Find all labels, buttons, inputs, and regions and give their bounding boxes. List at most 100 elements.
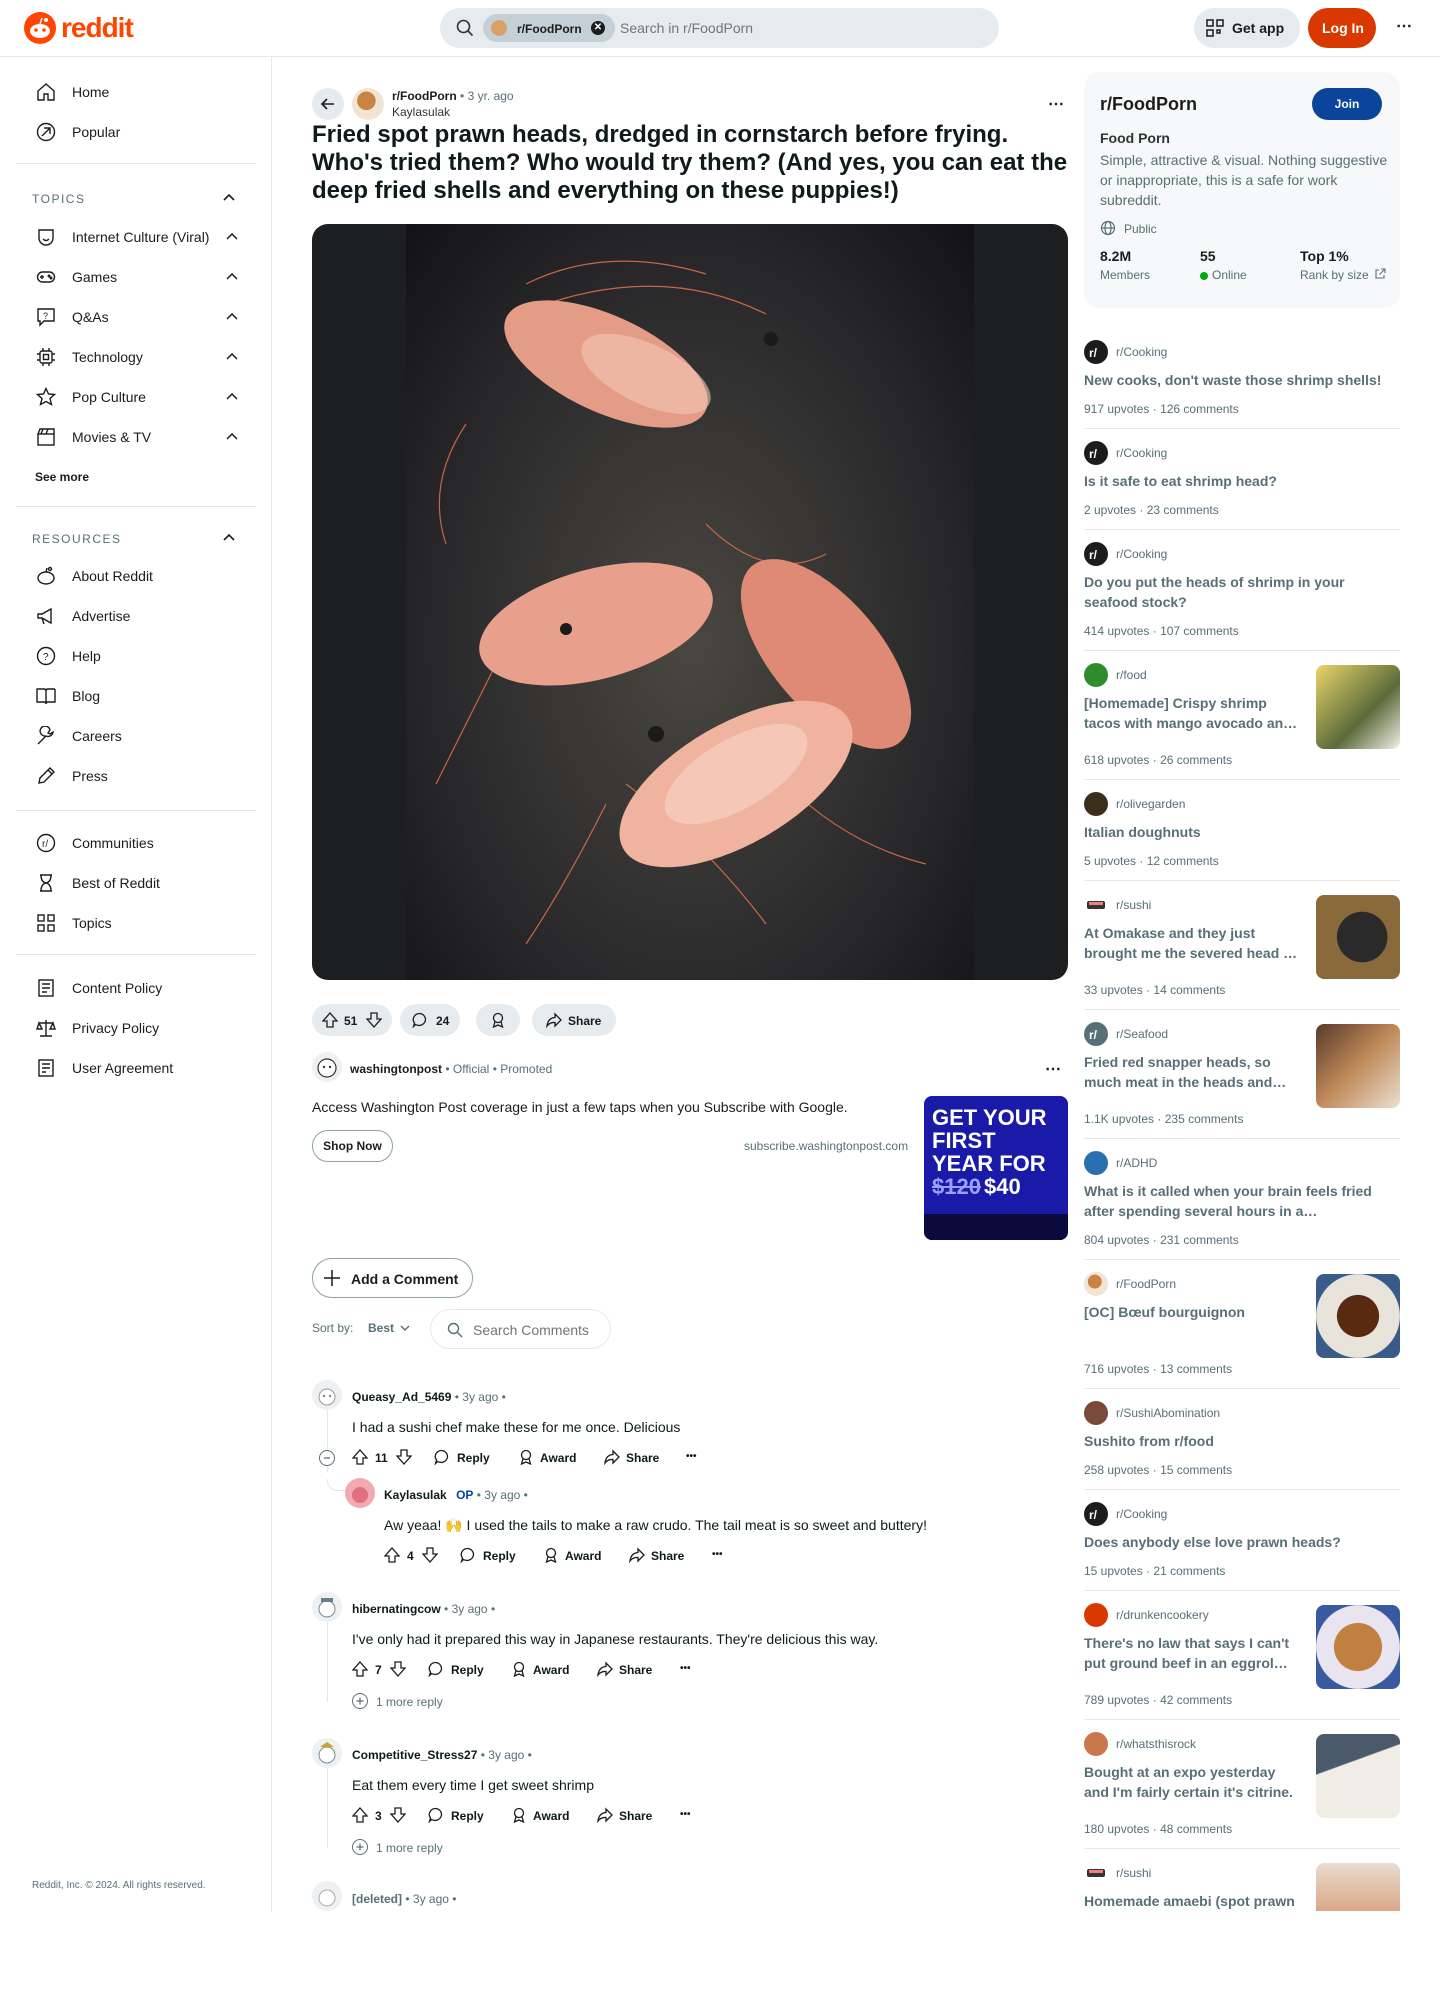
related-post[interactable]: r/ r/Cooking New cooks, don't waste thos…: [1084, 340, 1400, 429]
related-post[interactable]: r/whatsthisrock Bought at an expo yester…: [1084, 1732, 1400, 1849]
resource-advertise[interactable]: Advertise: [16, 596, 256, 636]
join-button[interactable]: Join: [1312, 88, 1382, 120]
post-subreddit[interactable]: r/FoodPorn: [392, 89, 457, 103]
topic-movies-tv[interactable]: Movies & TV: [16, 417, 256, 457]
post-author[interactable]: Kaylasulak: [392, 105, 450, 119]
related-post[interactable]: r/sushi At Omakase and they just brought…: [1084, 893, 1400, 1010]
award-button[interactable]: [476, 1004, 520, 1036]
resource-press[interactable]: Press: [16, 756, 256, 796]
related-title[interactable]: At Omakase and they just brought me the …: [1084, 923, 1304, 963]
ad-more-options-icon[interactable]: ⋯: [1045, 1059, 1061, 1079]
search-comments-field[interactable]: [430, 1309, 611, 1349]
resource-careers[interactable]: Careers: [16, 716, 256, 756]
rank-label[interactable]: Rank by size: [1300, 268, 1369, 282]
ad-domain[interactable]: subscribe.washingtonpost.com: [744, 1139, 908, 1153]
community-name[interactable]: r/FoodPorn: [1100, 94, 1197, 115]
comment-more-options-icon[interactable]: •••: [680, 1663, 691, 1674]
related-subreddit[interactable]: r/olivegarden: [1116, 797, 1185, 811]
related-post[interactable]: r/ r/Seafood Fried red snapper heads, so…: [1084, 1022, 1400, 1139]
commenter-avatar[interactable]: [312, 1592, 342, 1622]
commenter-avatar[interactable]: [312, 1738, 342, 1768]
comment-username[interactable]: Queasy_Ad_5469: [352, 1390, 451, 1404]
post-more-options-icon[interactable]: ⋯: [1048, 94, 1064, 114]
comment-username[interactable]: hibernatingcow: [352, 1602, 441, 1616]
commenter-avatar[interactable]: [312, 1380, 342, 1410]
upvote-icon[interactable]: [384, 1547, 400, 1563]
related-thumbnail[interactable]: [1316, 895, 1400, 979]
topic-pop-culture[interactable]: Pop Culture: [16, 377, 256, 417]
downvote-icon[interactable]: [396, 1449, 412, 1465]
related-thumbnail[interactable]: [1316, 1024, 1400, 1108]
upvote-icon[interactable]: [352, 1807, 368, 1823]
upvote-icon[interactable]: [322, 1012, 338, 1028]
comment-username[interactable]: Competitive_Stress27: [352, 1748, 477, 1762]
subreddit-search-chip[interactable]: r/FoodPorn ✕: [483, 14, 615, 42]
related-thumbnail[interactable]: [1316, 1863, 1400, 1911]
topics-section-title[interactable]: TOPICS: [32, 192, 85, 206]
related-subreddit[interactable]: r/whatsthisrock: [1116, 1737, 1196, 1751]
topic-internet-culture[interactable]: Internet Culture (Viral): [16, 217, 256, 257]
resource-about-reddit[interactable]: About Reddit: [16, 556, 256, 596]
footer-copyright[interactable]: Reddit, Inc. © 2024. All rights reserved…: [32, 1880, 206, 1891]
ad-image[interactable]: GET YOUR FIRST YEAR FOR $120 $40: [924, 1096, 1068, 1240]
related-subreddit[interactable]: r/SushiAbomination: [1116, 1406, 1220, 1420]
resource-help[interactable]: ? Help: [16, 636, 256, 676]
related-thumbnail[interactable]: [1316, 1605, 1400, 1689]
sort-dropdown[interactable]: Best: [360, 1312, 416, 1344]
related-post[interactable]: r/food [Homemade] Crispy shrimp tacos wi…: [1084, 663, 1400, 780]
upvote-icon[interactable]: [352, 1449, 368, 1465]
resources-section-title[interactable]: RESOURCES: [32, 532, 122, 546]
search-input[interactable]: [620, 16, 980, 40]
log-in-button[interactable]: Log In: [1308, 8, 1376, 48]
commenter-avatar[interactable]: [312, 1881, 342, 1911]
upvote-icon[interactable]: [352, 1661, 368, 1677]
logo-text[interactable]: reddit: [61, 12, 134, 44]
nav-content-policy[interactable]: Content Policy: [16, 968, 256, 1008]
nav-home[interactable]: Home: [16, 72, 256, 112]
related-post[interactable]: r/sushi Homemade amaebi (spot prawn: [1084, 1861, 1400, 1911]
related-subreddit[interactable]: r/drunkencookery: [1116, 1608, 1209, 1622]
downvote-icon[interactable]: [390, 1661, 406, 1677]
related-title[interactable]: Is it safe to eat shrimp head?: [1084, 471, 1400, 491]
related-title[interactable]: What is it called when your brain feels …: [1084, 1181, 1384, 1221]
related-subreddit[interactable]: r/Cooking: [1116, 1507, 1167, 1521]
topic-qas[interactable]: ? Q&As: [16, 297, 256, 337]
nav-privacy-policy[interactable]: Privacy Policy: [16, 1008, 256, 1048]
comment-more-options-icon[interactable]: •••: [680, 1809, 691, 1820]
close-icon[interactable]: ✕: [591, 21, 605, 35]
nav-best-of-reddit[interactable]: Best of Reddit: [16, 863, 256, 903]
related-post[interactable]: r/FoodPorn [OC] Bœuf bourguignon 716 upv…: [1084, 1272, 1400, 1389]
nav-popular[interactable]: Popular: [16, 112, 256, 152]
related-thumbnail[interactable]: [1316, 1274, 1400, 1358]
advertiser-name[interactable]: washingtonpost: [350, 1062, 442, 1076]
related-title[interactable]: Does anybody else love prawn heads?: [1084, 1532, 1400, 1552]
related-subreddit[interactable]: r/Cooking: [1116, 446, 1167, 460]
related-subreddit[interactable]: r/Seafood: [1116, 1027, 1168, 1041]
related-subreddit[interactable]: r/Cooking: [1116, 345, 1167, 359]
related-title[interactable]: New cooks, don't waste those shrimp shel…: [1084, 370, 1400, 390]
related-post[interactable]: r/ r/Cooking Does anybody else love praw…: [1084, 1502, 1400, 1591]
related-title[interactable]: Do you put the heads of shrimp in your s…: [1084, 572, 1374, 612]
related-title[interactable]: Homemade amaebi (spot prawn: [1084, 1891, 1304, 1911]
related-title[interactable]: [Homemade] Crispy shrimp tacos with mang…: [1084, 693, 1304, 733]
external-link-icon[interactable]: [1374, 268, 1386, 280]
reddit-logo-icon[interactable]: [24, 12, 56, 44]
nav-communities[interactable]: r/ Communities: [16, 823, 256, 863]
resource-blog[interactable]: Blog: [16, 676, 256, 716]
search-bar[interactable]: r/FoodPorn ✕: [440, 8, 999, 48]
related-thumbnail[interactable]: [1316, 1734, 1400, 1818]
commenter-avatar[interactable]: [345, 1478, 375, 1508]
topic-technology[interactable]: Technology: [16, 337, 256, 377]
nav-user-agreement[interactable]: User Agreement: [16, 1048, 256, 1088]
related-subreddit[interactable]: r/Cooking: [1116, 547, 1167, 561]
more-options-icon[interactable]: ⋯: [1392, 16, 1416, 40]
comment-username[interactable]: Kaylasulak: [384, 1488, 447, 1502]
downvote-icon[interactable]: [422, 1547, 438, 1563]
related-subreddit[interactable]: r/sushi: [1116, 1866, 1151, 1880]
related-post[interactable]: r/ r/Cooking Do you put the heads of shr…: [1084, 542, 1400, 651]
related-subreddit[interactable]: r/ADHD: [1116, 1156, 1157, 1170]
related-post[interactable]: r/SushiAbomination Sushito from r/food 2…: [1084, 1401, 1400, 1490]
related-post[interactable]: r/drunkencookery There's no law that say…: [1084, 1603, 1400, 1720]
related-subreddit[interactable]: r/FoodPorn: [1116, 1277, 1176, 1291]
comments-button[interactable]: 24: [400, 1004, 460, 1036]
